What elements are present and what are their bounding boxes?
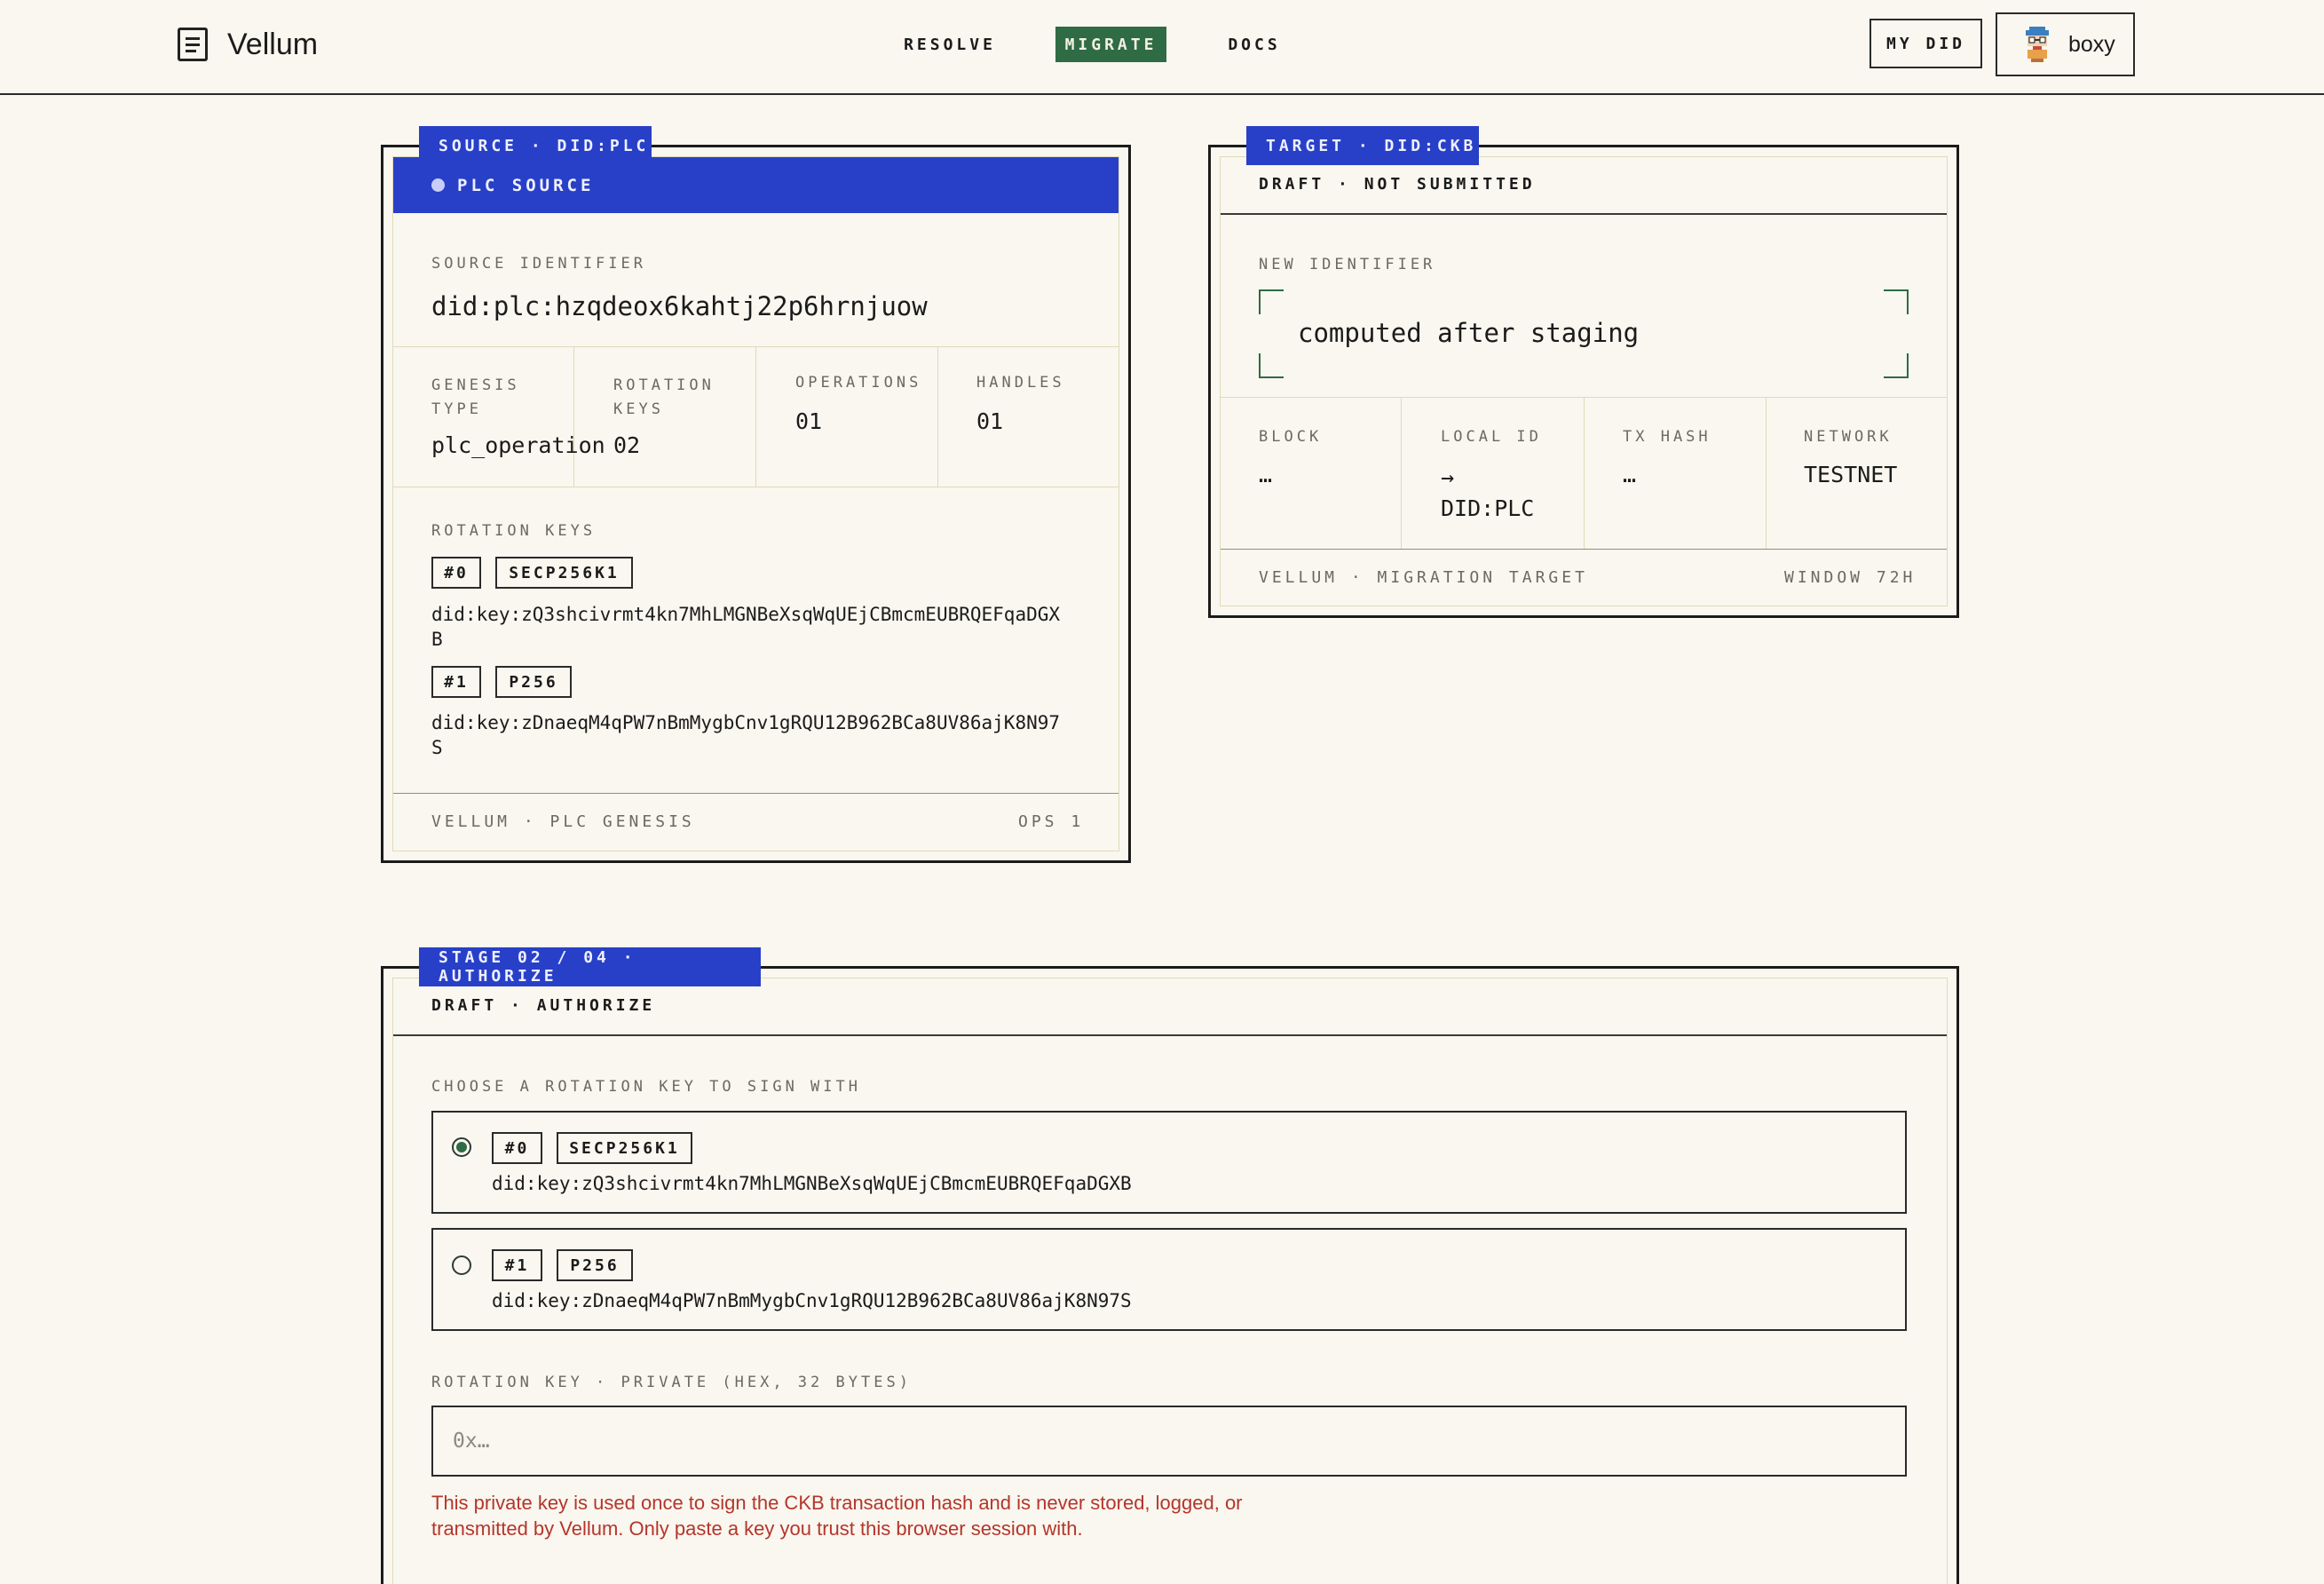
radio-unselected[interactable] bbox=[452, 1255, 471, 1275]
document-icon bbox=[178, 28, 208, 61]
divider bbox=[1221, 213, 1947, 215]
local-id-label: LOCAL ID bbox=[1441, 428, 1542, 446]
key-index-chip: #1 bbox=[492, 1249, 542, 1281]
rotation-key-1: did:key:zDnaeqM4qPW7nBmMygbCnv1gRQU12B96… bbox=[431, 712, 1061, 758]
stat-operations-label: OPERATIONS bbox=[795, 374, 922, 392]
block-label: BLOCK bbox=[1259, 428, 1323, 446]
target-status: DRAFT · NOT SUBMITTED bbox=[1259, 175, 1536, 194]
key-algo-chip: P256 bbox=[495, 666, 572, 698]
stage-tag: STAGE 02 / 04 · AUTHORIZE bbox=[419, 947, 761, 986]
stat-genesis-type-label: GENESIS TYPE bbox=[431, 376, 520, 418]
source-banner: PLC SOURCE bbox=[393, 157, 1119, 213]
private-key-warning: This private key is used once to sign th… bbox=[431, 1492, 1243, 1540]
divider bbox=[755, 347, 756, 487]
nav-docs[interactable]: DOCS bbox=[1220, 27, 1289, 62]
stat-operations-value: 01 bbox=[795, 408, 823, 434]
pixel-avatar-icon bbox=[2026, 27, 2049, 62]
key-option-1-key: did:key:zDnaeqM4qPW7nBmMygbCnv1gRQU12B96… bbox=[492, 1290, 1132, 1311]
tx-hash-label: TX HASH bbox=[1623, 428, 1711, 446]
divider bbox=[573, 347, 574, 487]
status-dot-icon bbox=[431, 178, 445, 192]
block-value: … bbox=[1259, 462, 1273, 487]
source-identifier-label: SOURCE IDENTIFIER bbox=[431, 255, 646, 273]
brand-name: Vellum bbox=[227, 27, 319, 61]
target-footer-left: VELLUM · MIGRATION TARGET bbox=[1259, 568, 1588, 587]
divider bbox=[1766, 398, 1767, 549]
user-menu-button[interactable]: boxy bbox=[1996, 12, 2135, 76]
choose-key-label: CHOOSE A ROTATION KEY TO SIGN WITH bbox=[431, 1078, 861, 1096]
brand[interactable]: Vellum bbox=[178, 25, 318, 64]
user-name: boxy bbox=[2068, 31, 2115, 57]
top-bar: Vellum RESOLVE MIGRATE DOCS MY DID boxy bbox=[0, 0, 2324, 95]
rotation-keys-label: ROTATION KEYS bbox=[431, 522, 597, 540]
private-key-label: ROTATION KEY · PRIVATE (HEX, 32 BYTES) bbox=[431, 1374, 912, 1391]
key-algo-chip: P256 bbox=[557, 1249, 633, 1281]
source-footer-left: VELLUM · PLC GENESIS bbox=[431, 812, 695, 831]
target-footer-right: WINDOW 72H bbox=[1784, 568, 1917, 587]
radio-selected[interactable] bbox=[452, 1137, 471, 1157]
new-identifier-value: computed after staging bbox=[1298, 318, 1640, 348]
network-value: TESTNET bbox=[1804, 462, 1898, 487]
divider bbox=[937, 347, 938, 487]
target-tag: TARGET · DID:CKB bbox=[1246, 126, 1479, 165]
divider bbox=[1221, 549, 1947, 550]
divider bbox=[1401, 398, 1402, 549]
source-footer-right: OPS 1 bbox=[1018, 812, 1085, 831]
key-option-0-key: did:key:zQ3shcivrmt4kn7MhLMGNBeXsqWqUEjC… bbox=[492, 1173, 1132, 1194]
key-algo-chip: SECP256K1 bbox=[495, 557, 633, 589]
new-identifier-frame: computed after staging bbox=[1259, 289, 1909, 378]
my-did-button[interactable]: MY DID bbox=[1869, 19, 1982, 68]
key-index-chip: #0 bbox=[431, 557, 481, 589]
divider bbox=[393, 793, 1119, 794]
source-banner-label: PLC SOURCE bbox=[457, 175, 595, 195]
network-label: NETWORK bbox=[1804, 428, 1893, 446]
new-identifier-label: NEW IDENTIFIER bbox=[1259, 256, 1436, 273]
key-option-0[interactable]: #0 SECP256K1 did:key:zQ3shcivrmt4kn7MhLM… bbox=[431, 1111, 1907, 1214]
local-id-value: → DID:PLC bbox=[1441, 464, 1535, 521]
rotation-key-0: did:key:zQ3shcivrmt4kn7MhLMGNBeXsqWqUEjC… bbox=[431, 604, 1061, 650]
nav-migrate[interactable]: MIGRATE bbox=[1055, 27, 1166, 62]
stat-rotation-keys-value: 02 bbox=[613, 432, 641, 458]
tx-hash-value: … bbox=[1623, 462, 1637, 487]
stage-status: DRAFT · AUTHORIZE bbox=[431, 996, 656, 1015]
private-key-input[interactable] bbox=[431, 1406, 1907, 1477]
key-algo-chip: SECP256K1 bbox=[557, 1132, 692, 1164]
stat-handles-value: 01 bbox=[976, 408, 1004, 434]
nav-resolve[interactable]: RESOLVE bbox=[898, 27, 1001, 62]
divider bbox=[393, 1034, 1947, 1036]
key-option-1[interactable]: #1 P256 did:key:zDnaeqM4qPW7nBmMygbCnv1g… bbox=[431, 1228, 1907, 1331]
stat-rotation-keys-label: ROTATION KEYS bbox=[613, 376, 715, 418]
source-identifier: did:plc:hzqdeox6kahtj22p6hrnjuow bbox=[431, 291, 928, 321]
stat-genesis-type-value: plc_operation bbox=[431, 432, 605, 458]
stat-handles-label: HANDLES bbox=[976, 374, 1065, 392]
divider bbox=[1584, 398, 1585, 549]
key-index-chip: #0 bbox=[492, 1132, 542, 1164]
key-index-chip: #1 bbox=[431, 666, 481, 698]
